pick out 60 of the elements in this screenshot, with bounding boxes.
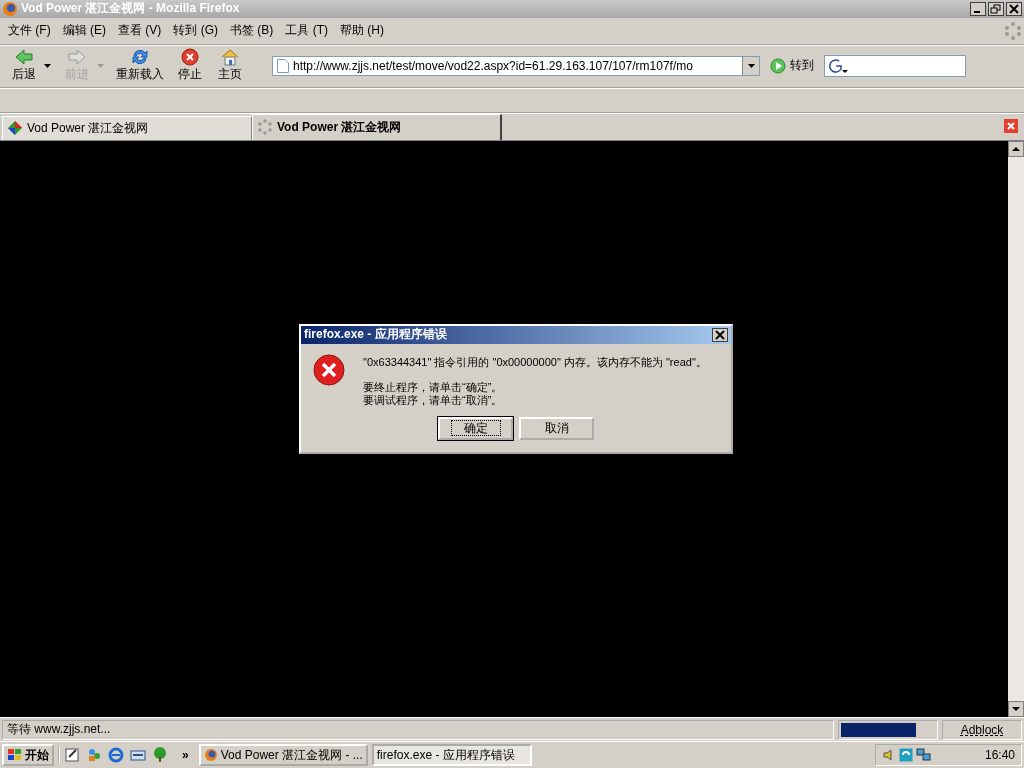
back-button[interactable]: 后退 [4, 48, 44, 84]
home-icon [220, 48, 240, 67]
page-icon [277, 58, 289, 73]
firefox-logo-icon [203, 748, 218, 763]
menu-item[interactable]: 转到 (G) [167, 20, 224, 42]
address-field[interactable]: http://www.zjjs.net/test/move/vod22.aspx?id=61.29.163.107/107/rm107f/mo [272, 55, 760, 76]
go-button[interactable]: 转到 [770, 57, 814, 75]
window-title: Vod Power 湛江金视网 - Mozilla Firefox [21, 0, 241, 18]
taskbar-button[interactable]: Vod Power 湛江金视网 - ... [198, 744, 368, 767]
minimize-button[interactable] [970, 1, 986, 16]
menu-item[interactable]: 书签 (B) [224, 20, 280, 42]
forward-icon [67, 48, 87, 67]
network-icon[interactable] [915, 748, 932, 763]
clock: 16:40 [984, 748, 1015, 763]
dropdown-arrow-icon[interactable] [747, 63, 755, 68]
menu-item[interactable]: 编辑 (E) [56, 20, 112, 42]
search-engine-icon[interactable] [828, 57, 848, 74]
menu-item[interactable]: 工具 (T) [279, 20, 334, 42]
menu-item[interactable]: 文件 (F) [2, 20, 57, 42]
restore-button[interactable] [988, 1, 1004, 16]
sync-icon[interactable] [898, 748, 913, 763]
taskbar-button[interactable]: firefox.exe - 应用程序错误 [371, 744, 532, 767]
stop-button[interactable]: 停止 [170, 48, 210, 84]
keyboard-icon[interactable] [130, 747, 146, 764]
play-icon [770, 57, 786, 74]
tab[interactable]: Vod Power 湛江金视网 [252, 113, 502, 140]
throbber-icon [1004, 21, 1022, 40]
error-icon [313, 353, 345, 386]
stop-icon [180, 48, 200, 67]
reload-icon [130, 48, 150, 67]
home-button[interactable]: 主页 [210, 48, 250, 84]
close-button[interactable] [712, 327, 728, 342]
scroll-up-button[interactable] [1008, 140, 1024, 157]
instruction-text: 要调试程序，请单击“取消”。 [363, 393, 504, 407]
firefox-logo-icon [2, 0, 18, 17]
scrollbar[interactable] [1008, 140, 1024, 718]
scroll-down-button[interactable] [1008, 701, 1024, 718]
menu-item[interactable]: 查看 (V) [112, 20, 168, 42]
back-icon [14, 48, 34, 67]
adblock-label[interactable]: Adblock [942, 719, 1022, 740]
notepad-icon[interactable] [64, 747, 80, 764]
instruction-text: 要终止程序，请单击“确定”。 [363, 380, 504, 394]
search-field[interactable] [824, 54, 966, 77]
dialog-title: firefox.exe - 应用程序错误 [304, 326, 448, 344]
tab[interactable]: Vod Power 湛江金视网 [2, 115, 252, 140]
windows-logo-icon [7, 748, 23, 763]
tree-icon[interactable] [152, 747, 168, 764]
more-button[interactable]: » [182, 748, 189, 763]
dialog-button[interactable]: 确定 [438, 416, 513, 440]
dropdown-caret-icon[interactable] [44, 63, 51, 68]
dialog-button[interactable]: 取消 [519, 416, 594, 440]
status-text: 等待 www.zjjs.net... [2, 719, 834, 740]
error-message: "0x63344341" 指令引用的 "0x00000000" 内存。该内存不能为 "read"。 [363, 355, 707, 369]
site-favicon-icon [7, 120, 23, 137]
menu-item[interactable]: 帮助 (H) [334, 20, 390, 42]
start-button[interactable]: 开始 [2, 744, 54, 767]
loading-spinner-icon [257, 119, 273, 136]
close-tab-button[interactable] [1004, 119, 1018, 134]
reload-button[interactable]: 重新载入 [110, 48, 170, 84]
close-button[interactable] [1006, 1, 1022, 16]
